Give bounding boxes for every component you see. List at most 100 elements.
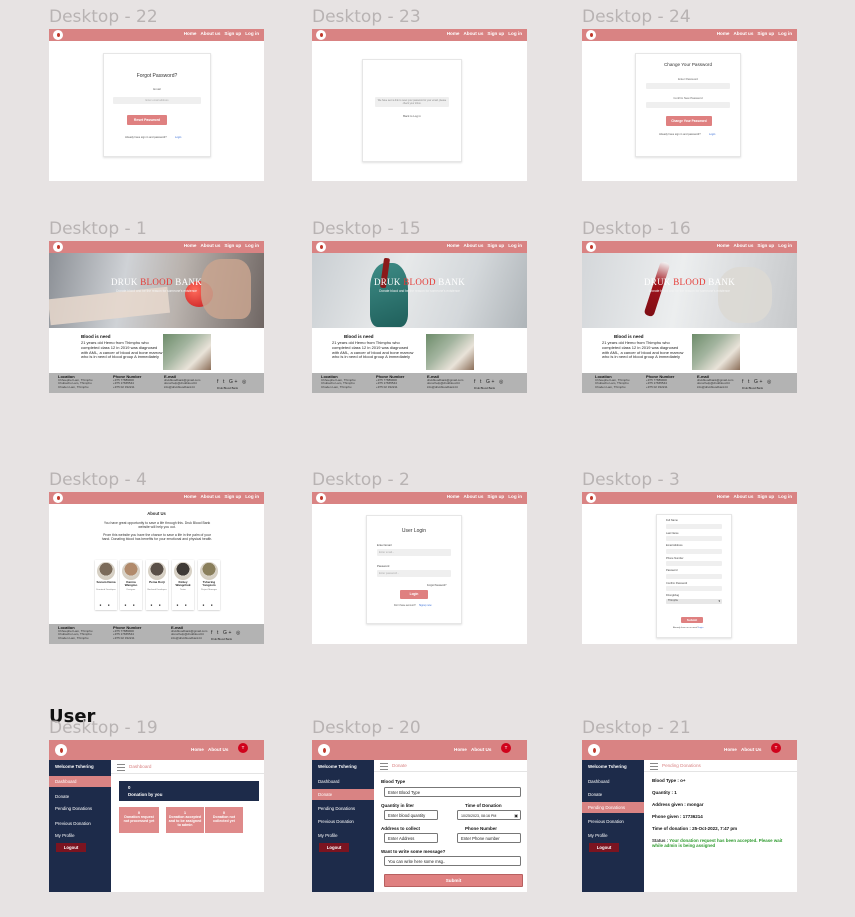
nav-login[interactable]: Log in: [778, 243, 792, 248]
sidebar-item-pending[interactable]: Pending Donations: [49, 803, 111, 814]
blood-drop-logo[interactable]: [316, 493, 326, 503]
nav-signup[interactable]: Sign up: [224, 243, 241, 248]
reset-password-button[interactable]: Reset Password: [127, 115, 167, 125]
member-social-icons[interactable]: ■ ■: [172, 604, 194, 607]
signup-field-input[interactable]: [666, 523, 722, 529]
nav-about[interactable]: About us: [200, 243, 220, 248]
sidebar-item-donate[interactable]: Donate: [49, 791, 111, 802]
sidebar-item-profile[interactable]: My Profile: [582, 830, 644, 841]
member-social-icons[interactable]: ■ ■: [146, 604, 168, 607]
nav-signup[interactable]: Sign up: [224, 31, 241, 36]
user-avatar[interactable]: T: [238, 743, 248, 753]
nav-signup[interactable]: Sign up: [757, 31, 774, 36]
password-input[interactable]: Enter password...: [377, 570, 451, 577]
blood-drop-logo[interactable]: [586, 30, 596, 40]
sidebar-item-dashboard[interactable]: Dashboard: [49, 776, 111, 787]
login-link[interactable]: Login: [175, 136, 181, 139]
blood-drop-logo[interactable]: [55, 744, 67, 756]
message-textarea[interactable]: You can write here some msg..: [384, 856, 521, 866]
sidebar-item-dashboard[interactable]: Dashboard: [312, 776, 374, 787]
sidebar-item-dashboard[interactable]: Dashboard: [582, 776, 644, 787]
nav-login[interactable]: Log in: [508, 243, 522, 248]
nav-login[interactable]: Log in: [245, 494, 259, 499]
nav-about[interactable]: About us: [733, 31, 753, 36]
blood-drop-logo[interactable]: [53, 493, 63, 503]
blood-drop-logo[interactable]: [318, 744, 330, 756]
signup-field-input[interactable]: [666, 561, 722, 566]
logout-button[interactable]: Logout: [56, 843, 86, 852]
submit-donation-button[interactable]: Submit: [384, 874, 523, 887]
carousel-dots[interactable]: [149, 319, 165, 321]
sidebar-item-profile[interactable]: My Profile: [312, 830, 374, 841]
menu-icon[interactable]: [650, 763, 658, 770]
confirm-password-input[interactable]: [646, 102, 730, 108]
carousel-dots[interactable]: [682, 319, 698, 321]
sidebar-item-pending[interactable]: Pending Donations: [582, 802, 644, 813]
social-icons[interactable]: f t G+ ◎ Druk Blood Bank: [217, 379, 248, 390]
blood-drop-logo[interactable]: [588, 744, 600, 756]
logout-button[interactable]: Logout: [589, 843, 619, 852]
nav-home[interactable]: Home: [184, 494, 197, 499]
back-to-login-link[interactable]: Back to Log in: [363, 114, 461, 118]
social-icons[interactable]: f t G+ ◎ Druk Blood Bank: [742, 379, 773, 390]
dzongkhag-select[interactable]: Thimphu ▾: [666, 598, 722, 604]
login-link[interactable]: Login: [698, 627, 703, 629]
signup-field-input[interactable]: [666, 573, 722, 579]
nav-about[interactable]: About Us: [741, 747, 761, 752]
signup-field-input[interactable]: [666, 548, 722, 554]
signup-field-input[interactable]: [666, 536, 722, 541]
sidebar-item-pending[interactable]: Pending Donations: [312, 803, 374, 814]
nav-signup[interactable]: Sign up: [757, 494, 774, 499]
nav-about[interactable]: About us: [463, 243, 483, 248]
blood-drop-logo[interactable]: [316, 242, 326, 252]
member-social-icons[interactable]: ■ ■: [198, 604, 220, 607]
email-input[interactable]: Enter email...: [377, 549, 451, 556]
blood-drop-logo[interactable]: [586, 242, 596, 252]
member-social-icons[interactable]: ■ ■: [95, 604, 117, 607]
address-input[interactable]: Enter Address: [384, 833, 438, 843]
nav-home[interactable]: Home: [447, 31, 460, 36]
nav-about[interactable]: About us: [463, 494, 483, 499]
nav-signup[interactable]: Sign up: [757, 243, 774, 248]
nav-home[interactable]: Home: [717, 31, 730, 36]
blood-drop-logo[interactable]: [586, 493, 596, 503]
phone-input[interactable]: Enter Phone number: [457, 833, 521, 843]
nav-home[interactable]: Home: [191, 747, 204, 752]
change-password-button[interactable]: Change Your Password: [666, 116, 712, 126]
login-button[interactable]: Login: [400, 590, 428, 599]
stat-card[interactable]: 1 Donation accepted and to be assigned to…: [166, 807, 204, 833]
time-input[interactable]: 10/25/2023, 08:16 PM ▣: [457, 810, 521, 820]
nav-signup[interactable]: Sign up: [224, 494, 241, 499]
nav-login[interactable]: Log in: [245, 243, 259, 248]
nav-home[interactable]: Home: [447, 243, 460, 248]
social-icons[interactable]: f t G+ ◎ Druk Blood Bank: [474, 379, 505, 390]
blood-type-input[interactable]: Enter Blood Type: [384, 787, 521, 797]
hero-carousel[interactable]: DRUK BLOOD BANK Donate blood and be the …: [312, 253, 527, 328]
nav-home[interactable]: Home: [717, 494, 730, 499]
nav-home[interactable]: Home: [724, 747, 737, 752]
nav-login[interactable]: Log in: [245, 31, 259, 36]
nav-about[interactable]: About us: [200, 494, 220, 499]
logout-button[interactable]: Logout: [319, 843, 349, 852]
nav-login[interactable]: Log in: [508, 31, 522, 36]
member-social-icons[interactable]: ■ ■: [120, 604, 142, 607]
carousel-dots[interactable]: [412, 319, 428, 321]
nav-home[interactable]: Home: [447, 494, 460, 499]
nav-signup[interactable]: Sign up: [487, 243, 504, 248]
nav-login[interactable]: Log in: [508, 494, 522, 499]
submit-button[interactable]: Submit: [681, 617, 703, 623]
user-avatar[interactable]: T: [501, 743, 511, 753]
social-icons[interactable]: f t G+ ◎ Druk Blood Bank: [211, 630, 242, 641]
hero-carousel[interactable]: DRUK BLOOD BANK Donate blood and be the …: [582, 253, 797, 328]
stat-card[interactable]: 0 Donation request not processed yet: [119, 807, 159, 833]
nav-login[interactable]: Log in: [778, 31, 792, 36]
email-input[interactable]: Enter email address: [113, 97, 201, 104]
sidebar-item-previous[interactable]: Previous Donation: [49, 818, 111, 829]
nav-home[interactable]: Home: [184, 243, 197, 248]
forgot-password-link[interactable]: Forgot Password?: [427, 584, 446, 587]
menu-icon[interactable]: [380, 763, 388, 770]
nav-signup[interactable]: Sign up: [487, 31, 504, 36]
sidebar-item-donate[interactable]: Donate: [312, 789, 374, 800]
nav-home[interactable]: Home: [454, 747, 467, 752]
nav-about[interactable]: About us: [733, 494, 753, 499]
